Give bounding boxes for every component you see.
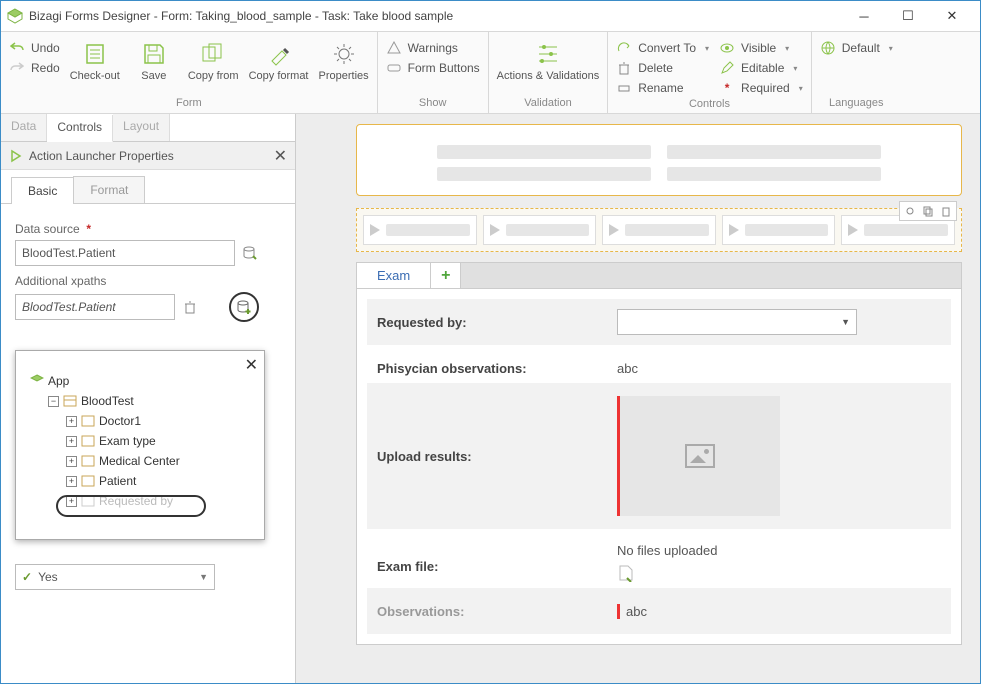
checkout-button[interactable]: Check-out — [70, 40, 120, 82]
undo-button[interactable]: Undo — [9, 40, 60, 56]
action-cell[interactable] — [483, 215, 597, 245]
copy-icon[interactable] — [920, 203, 936, 219]
properties-panel: Data Controls Layout Action Launcher Pro… — [1, 114, 296, 683]
expander-icon[interactable]: + — [66, 416, 77, 427]
trash-icon[interactable] — [938, 203, 954, 219]
actions-validations-button[interactable]: Actions & Validations — [497, 40, 600, 82]
window-maximize[interactable]: ☐ — [886, 2, 930, 30]
app-icon — [7, 8, 23, 24]
save-button[interactable]: Save — [130, 40, 178, 82]
panel-title: Action Launcher Properties — [29, 149, 174, 163]
entity-icon — [81, 474, 95, 488]
group-languages-label: Languages — [820, 95, 893, 113]
examfile-label: Exam file: — [377, 543, 617, 574]
form-canvas: Exam + Requested by: ▼ Phisycian observa… — [296, 114, 980, 683]
formbuttons-button[interactable]: Form Buttons — [386, 60, 480, 76]
observations-label: Observations: — [377, 604, 617, 619]
gear-icon[interactable] — [902, 203, 918, 219]
expander-icon[interactable]: + — [66, 436, 77, 447]
window-minimize[interactable]: ─ — [842, 2, 886, 30]
expander-icon[interactable]: + — [66, 456, 77, 467]
required-icon: * — [86, 222, 91, 236]
group-controls-label: Controls — [616, 96, 803, 114]
image-icon — [685, 444, 715, 468]
ribbon: Undo Redo Check-out Save Copy from Copy … — [1, 31, 980, 114]
phys-obs-label: Phisycian observations: — [377, 361, 617, 376]
copyformat-button[interactable]: Copy format — [249, 40, 309, 82]
properties-button[interactable]: Properties — [319, 40, 369, 82]
datasource-input[interactable] — [15, 240, 235, 266]
tree-node-bloodtest[interactable]: BloodTest — [81, 394, 134, 408]
entity-icon — [63, 394, 77, 408]
expander-icon[interactable]: + — [66, 476, 77, 487]
group-show-label: Show — [386, 95, 480, 113]
phys-obs-value: abc — [617, 361, 941, 376]
titlebar: Bizagi Forms Designer - Form: Taking_blo… — [1, 1, 980, 31]
tree-node-app[interactable]: App — [48, 374, 69, 388]
tab-data[interactable]: Data — [1, 114, 47, 141]
tree-close[interactable]: ✕ — [245, 355, 258, 375]
xpath-input[interactable] — [15, 294, 175, 320]
convertto-button[interactable]: Convert To▾ — [616, 40, 709, 56]
file-icon[interactable] — [617, 564, 941, 582]
xpaths-label: Additional xpaths — [15, 274, 281, 288]
subtab-format[interactable]: Format — [73, 176, 145, 203]
expander-icon[interactable]: − — [48, 396, 59, 407]
copyfrom-button[interactable]: Copy from — [188, 40, 239, 82]
tree-node-examtype[interactable]: Exam type — [99, 434, 156, 448]
add-xpath-button[interactable] — [229, 292, 259, 322]
window-title: Bizagi Forms Designer - Form: Taking_blo… — [29, 9, 453, 23]
yes-combobox[interactable]: ✓ Yes ▼ — [15, 564, 215, 590]
group-placeholder — [356, 124, 962, 196]
observations-value: abc — [620, 604, 647, 619]
expander-icon[interactable]: + — [66, 496, 77, 507]
panel-close[interactable]: ✕ — [274, 146, 287, 166]
entity-icon — [81, 494, 95, 508]
play-icon — [9, 149, 23, 163]
tree-node-patient[interactable]: Patient — [99, 474, 136, 488]
examfile-value: No files uploaded — [617, 543, 941, 558]
warnings-button[interactable]: Warnings — [386, 40, 480, 56]
action-cell[interactable] — [722, 215, 836, 245]
window-close[interactable]: ✕ — [930, 2, 974, 30]
tree-node-requestedby: Requested by — [99, 494, 173, 508]
upload-label: Upload results: — [377, 449, 617, 464]
delete-button[interactable]: Delete — [616, 60, 709, 76]
upload-image-box[interactable] — [620, 396, 780, 516]
default-language-button[interactable]: Default▾ — [820, 40, 893, 56]
editable-button[interactable]: Editable▾ — [719, 60, 803, 76]
entity-icon — [81, 454, 95, 468]
tree-node-doctor1[interactable]: Doctor1 — [99, 414, 141, 428]
redo-button[interactable]: Redo — [9, 60, 60, 76]
xpath-tree-popup: ✕ App − BloodTest + Doctor1 + Exam type + M… — [15, 350, 265, 540]
yes-value: Yes — [38, 570, 58, 584]
rename-button[interactable]: Rename — [616, 80, 709, 96]
form-tab-strip: Exam + — [356, 262, 962, 288]
action-launcher-row[interactable] — [356, 208, 962, 252]
datasource-label: Data source — [15, 222, 80, 236]
visible-button[interactable]: Visible▾ — [719, 40, 803, 56]
entity-icon — [81, 414, 95, 428]
requested-by-combo[interactable]: ▼ — [617, 309, 857, 335]
entity-icon — [81, 434, 95, 448]
add-tab-button[interactable]: + — [431, 263, 461, 288]
action-cell[interactable] — [363, 215, 477, 245]
check-icon: ✓ — [22, 570, 32, 584]
xpath-delete-icon[interactable] — [181, 298, 199, 316]
tab-controls[interactable]: Controls — [47, 115, 113, 142]
datasource-picker-icon[interactable] — [241, 244, 259, 262]
group-form-label: Form — [9, 95, 369, 113]
action-cell[interactable] — [602, 215, 716, 245]
tab-layout[interactable]: Layout — [113, 114, 170, 141]
group-validation-label: Validation — [497, 95, 600, 113]
required-button[interactable]: *Required▾ — [719, 80, 803, 96]
tab-exam[interactable]: Exam — [357, 263, 431, 288]
tree-node-medicalcenter[interactable]: Medical Center — [99, 454, 180, 468]
subtab-basic[interactable]: Basic — [11, 177, 74, 204]
requested-by-label: Requested by: — [377, 315, 617, 330]
cube-icon — [30, 374, 44, 388]
